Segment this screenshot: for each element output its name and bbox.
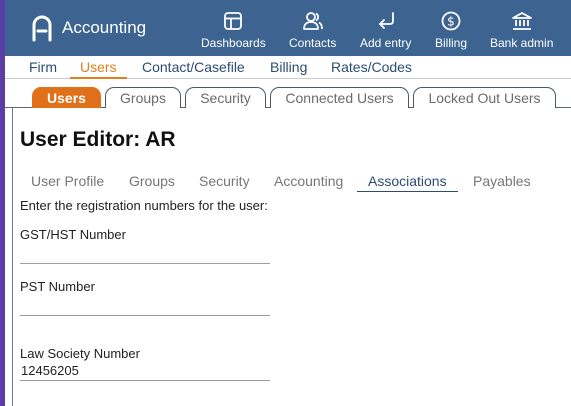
nav-contacts[interactable]: Contacts xyxy=(289,10,336,50)
editor-tab-security[interactable]: Security xyxy=(199,173,250,189)
law-society-number-field[interactable] xyxy=(20,361,270,381)
law-society-label: Law Society Number xyxy=(20,346,140,361)
tab-groups[interactable]: Groups xyxy=(105,87,181,108)
editor-tab-groups[interactable]: Groups xyxy=(129,173,175,189)
submenu-users[interactable]: Users xyxy=(70,59,127,79)
tab-locked-out-users[interactable]: Locked Out Users xyxy=(413,87,556,108)
pst-label: PST Number xyxy=(20,279,95,294)
brand[interactable]: Accounting xyxy=(31,14,146,42)
gst-hst-label: GST/HST Number xyxy=(20,227,126,242)
tab-users[interactable]: Users xyxy=(32,87,101,108)
tab-connected-users[interactable]: Connected Users xyxy=(270,87,409,108)
editor-tab-payables[interactable]: Payables xyxy=(473,173,531,189)
editor-tab-accounting[interactable]: Accounting xyxy=(274,173,343,189)
app-header: Accounting Dashboards Contacts Add entry… xyxy=(5,0,571,56)
submenu-firm[interactable]: Firm xyxy=(29,59,57,75)
gst-hst-number-field[interactable] xyxy=(20,244,270,264)
instructions-text: Enter the registration numbers for the u… xyxy=(20,198,268,213)
nav-add-entry-label: Add entry xyxy=(360,36,412,50)
submenu-rates-codes[interactable]: Rates/Codes xyxy=(331,59,412,75)
users-tabstrip: Users Groups Security Connected Users Lo… xyxy=(5,79,571,108)
submenu-contact-casefile[interactable]: Contact/Casefile xyxy=(142,59,245,75)
editor-tab-user-profile[interactable]: User Profile xyxy=(31,173,104,189)
svg-text:$: $ xyxy=(447,15,455,29)
nav-dashboards[interactable]: Dashboards xyxy=(201,10,266,50)
add-entry-icon xyxy=(378,12,394,29)
submenu-billing[interactable]: Billing xyxy=(270,59,307,75)
nav-billing-label: Billing xyxy=(435,36,468,50)
editor-tab-associations[interactable]: Associations xyxy=(357,173,458,192)
bank-icon xyxy=(511,12,532,30)
nav-bank-admin-label: Bank admin xyxy=(490,36,554,50)
pst-number-field[interactable] xyxy=(20,296,270,316)
nav-bank-admin[interactable]: Bank admin xyxy=(490,10,553,50)
app-name: Accounting xyxy=(62,18,147,37)
tab-security[interactable]: Security xyxy=(185,87,266,108)
nav-add-entry[interactable]: Add entry xyxy=(360,10,411,50)
app-logo-icon xyxy=(32,15,52,42)
page-title: User Editor: AR xyxy=(20,128,176,151)
nav-billing[interactable]: $ Billing xyxy=(435,10,467,50)
nav-contacts-label: Contacts xyxy=(289,36,337,50)
billing-icon: $ xyxy=(441,11,461,31)
contacts-icon xyxy=(302,12,323,30)
dashboard-icon xyxy=(224,12,243,30)
admin-submenu: Firm Users Contact/Casefile Billing Rate… xyxy=(5,56,571,79)
nav-dashboards-label: Dashboards xyxy=(201,36,266,50)
user-editor-panel: User Editor: AR User Profile Groups Secu… xyxy=(12,108,571,406)
